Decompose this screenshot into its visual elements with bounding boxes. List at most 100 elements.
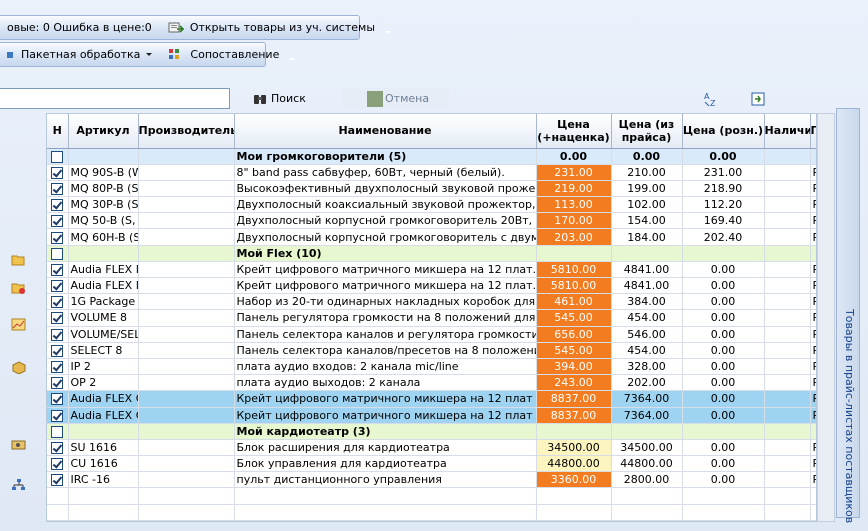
row-name[interactable]: Блок расширения для кардиотеатра — [234, 439, 537, 457]
row-checkbox-cell[interactable] — [47, 277, 69, 295]
row-name[interactable]: Панель селектора каналов и регулятора гр… — [234, 326, 537, 343]
row-price-retail[interactable]: 0.00 — [682, 277, 765, 295]
row-checkbox[interactable] — [51, 393, 64, 406]
row-p[interactable]: Р — [810, 196, 816, 214]
row-manufacturer[interactable] — [138, 293, 235, 311]
row-price-list[interactable]: 4841.00 — [611, 277, 683, 295]
row-name[interactable]: Крейт цифрового матричного микшера на 12… — [234, 277, 537, 295]
row-checkbox-cell[interactable] — [47, 471, 69, 489]
row-checkbox[interactable] — [51, 474, 64, 487]
row-checkbox[interactable] — [51, 344, 64, 357]
row-article[interactable]: IRC -16 — [68, 471, 139, 489]
row-price-retail[interactable]: 0.00 — [682, 358, 765, 376]
row-name[interactable]: Панель регулятора громкости на 8 положен… — [234, 309, 537, 327]
row-p[interactable]: Р — [810, 326, 816, 343]
row-checkbox[interactable] — [51, 425, 64, 438]
row-checkbox-cell[interactable] — [47, 180, 69, 198]
row-checkbox[interactable] — [51, 409, 64, 422]
row-price-markup[interactable]: 44800.00 — [536, 455, 612, 473]
row-price-list[interactable]: 384.00 — [611, 293, 683, 311]
row-p[interactable]: Р — [810, 228, 816, 246]
table-row[interactable]: Audia FLEX NC Крейт цифрового матричного … — [47, 277, 816, 295]
row-article[interactable]: Audia FLEX CM — [68, 407, 139, 424]
row-price-list[interactable]: 184.00 — [611, 228, 683, 246]
search-input[interactable] — [0, 88, 230, 109]
chart-icon[interactable] — [11, 318, 26, 331]
match-button[interactable]: Сопоставление — [160, 43, 287, 66]
row-article[interactable]: VOLUME/SELECT — [68, 326, 139, 343]
row-checkbox-cell[interactable] — [47, 423, 69, 440]
row-price-markup[interactable]: 3360.00 — [536, 471, 612, 489]
row-checkbox-cell[interactable] — [47, 358, 69, 376]
row-price-markup[interactable]: 113.00 — [536, 196, 612, 214]
row-checkbox-cell[interactable] — [47, 261, 69, 279]
row-price-markup[interactable]: 5810.00 — [536, 277, 612, 295]
row-price-markup[interactable]: 656.00 — [536, 326, 612, 343]
row-price-retail[interactable]: 0.00 — [682, 471, 765, 489]
row-price-retail[interactable]: 218.90 — [682, 180, 765, 198]
row-p[interactable]: Р — [810, 439, 816, 457]
table-row[interactable]: MQ 60H-B (S, W) Двухполосный корпусной гр… — [47, 228, 816, 246]
row-name[interactable]: Блок управления для кардиотеатра — [234, 455, 537, 473]
row-manufacturer[interactable] — [138, 471, 235, 489]
row-article[interactable]: IP 2 — [68, 358, 139, 376]
row-price-list[interactable]: 546.00 — [611, 326, 683, 343]
row-stock[interactable] — [764, 358, 811, 376]
row-p[interactable]: Р — [810, 164, 816, 181]
row-manufacturer[interactable] — [138, 342, 235, 359]
table-row[interactable]: MQ 80P-B (S, W) Высокоэфективный двухполо… — [47, 180, 816, 198]
row-checkbox-cell[interactable] — [47, 407, 69, 424]
row-checkbox-cell[interactable] — [47, 212, 69, 230]
row-stock[interactable] — [764, 326, 811, 343]
row-price-retail[interactable]: 0.00 — [682, 390, 765, 408]
row-name[interactable]: Двухполосный корпусной громкоговоритель … — [234, 212, 537, 230]
row-stock[interactable] — [764, 455, 811, 473]
row-checkbox[interactable] — [51, 166, 64, 179]
row-price-markup[interactable]: 8837.00 — [536, 407, 612, 424]
export-icon[interactable] — [751, 92, 765, 106]
row-price-markup[interactable]: 243.00 — [536, 374, 612, 392]
row-p[interactable]: Р — [810, 455, 816, 473]
column-header-price-list[interactable]: Цена (из прайса) — [611, 114, 683, 149]
row-stock[interactable] — [764, 212, 811, 230]
row-article[interactable]: Audia FLEX NC — [68, 277, 139, 295]
row-checkbox-cell[interactable] — [47, 228, 69, 246]
row-article[interactable]: MQ 30P-B (S, W) — [68, 196, 139, 214]
row-name[interactable]: Крейт цифрового матричного микшера на 12… — [234, 390, 537, 408]
row-price-markup[interactable]: 203.00 — [536, 228, 612, 246]
row-price-retail[interactable]: 231.00 — [682, 164, 765, 181]
row-name[interactable]: Набор из 20-ти одинарных накладных короб… — [234, 293, 537, 311]
table-row[interactable]: VOLUME/SELECT Панель селектора каналов и … — [47, 326, 816, 343]
table-row[interactable]: OP 2 плата аудио выходов: 2 канала 243.00 2… — [47, 374, 816, 392]
row-price-retail[interactable]: 0.00 — [682, 261, 765, 279]
row-checkbox-cell[interactable] — [47, 326, 69, 343]
row-p[interactable]: Р — [810, 212, 816, 230]
row-checkbox[interactable] — [51, 280, 64, 293]
row-price-retail[interactable]: 0.00 — [682, 455, 765, 473]
row-checkbox[interactable] — [51, 377, 64, 390]
row-name[interactable]: пульт дистанционного управления — [234, 471, 537, 489]
row-checkbox-cell[interactable] — [47, 309, 69, 327]
row-article[interactable]: OP 2 — [68, 374, 139, 392]
row-price-list[interactable]: 154.00 — [611, 212, 683, 230]
table-row[interactable]: Audia FLEX NC Крейт цифрового матричного … — [47, 261, 816, 279]
group-row[interactable]: Мой Flex (10) — [47, 245, 816, 262]
row-checkbox[interactable] — [51, 328, 64, 341]
row-checkbox-cell[interactable] — [47, 293, 69, 311]
row-name[interactable]: Двухполосный корпусной громкоговоритель … — [234, 228, 537, 246]
row-article[interactable]: MQ 90S-B (W) — [68, 164, 139, 181]
column-header-article[interactable]: Артикул — [68, 114, 139, 149]
row-checkbox[interactable] — [51, 231, 64, 244]
folder-remove-icon[interactable] — [11, 281, 26, 294]
row-manufacturer[interactable] — [138, 455, 235, 473]
row-checkbox-cell[interactable] — [47, 374, 69, 392]
open-products-button[interactable]: Открыть товары из уч. системы — [160, 16, 383, 39]
link-icon[interactable] — [11, 438, 26, 451]
row-stock[interactable] — [764, 180, 811, 198]
row-article[interactable]: SU 1616 — [68, 439, 139, 457]
row-price-list[interactable]: 4841.00 — [611, 261, 683, 279]
row-checkbox-cell[interactable] — [47, 164, 69, 181]
row-manufacturer[interactable] — [138, 164, 235, 181]
row-price-markup[interactable]: 8837.00 — [536, 390, 612, 408]
package-icon[interactable] — [11, 361, 26, 375]
